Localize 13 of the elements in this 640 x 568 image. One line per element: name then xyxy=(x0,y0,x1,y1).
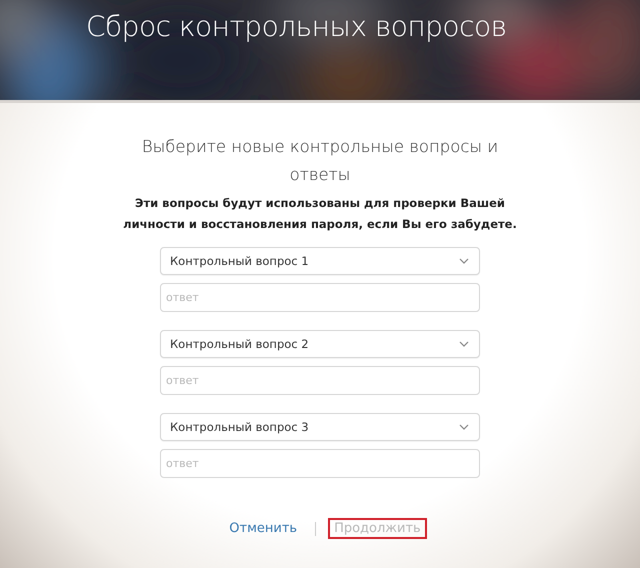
answer-field[interactable]: ответ xyxy=(160,366,480,395)
question-dropdown[interactable]: Контрольный вопрос 2 xyxy=(160,330,480,358)
form-heading: Выберите новые контрольные вопросы и ответы xyxy=(140,136,500,186)
question-dropdown[interactable]: Контрольный вопрос 3 xyxy=(160,413,480,441)
answer-field[interactable]: ответ xyxy=(160,283,480,312)
chevron-down-icon xyxy=(459,258,469,264)
chevron-down-icon xyxy=(459,341,469,347)
answer-field[interactable]: ответ xyxy=(160,449,480,478)
chevron-down-icon xyxy=(459,424,469,430)
cancel-link[interactable]: Отменить xyxy=(223,518,304,539)
question-dropdown[interactable]: Контрольный вопрос 1 xyxy=(160,247,480,275)
page-title: Сброс контрольных вопросов xyxy=(85,9,508,43)
form-description: Эти вопросы будут использованы для проверки Вашей личности и восстановления пароля, если Вы его забудете. xyxy=(122,195,518,233)
